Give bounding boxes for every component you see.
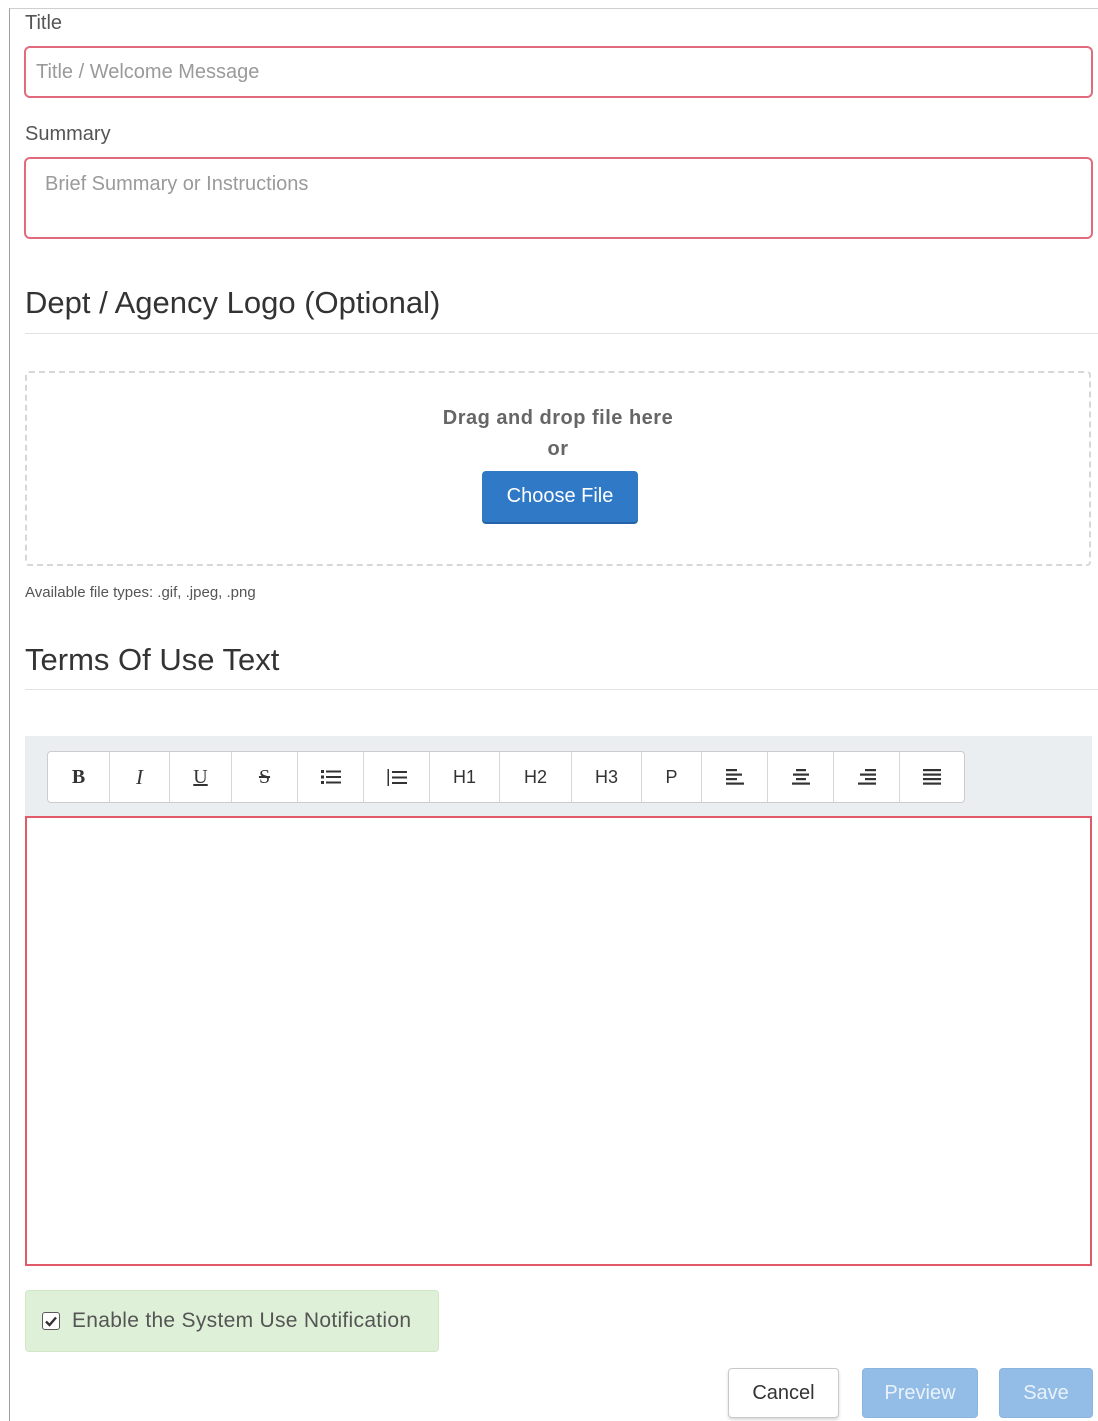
align-left-button[interactable] bbox=[702, 752, 768, 802]
underline-icon: U bbox=[193, 765, 208, 788]
summary-label: Summary bbox=[25, 123, 111, 145]
align-right-button[interactable] bbox=[834, 752, 900, 802]
section-divider bbox=[25, 333, 1098, 334]
underline-button[interactable]: U bbox=[170, 752, 232, 802]
file-dropzone[interactable]: Drag and drop file here or Choose File bbox=[25, 371, 1091, 566]
italic-button[interactable]: I bbox=[110, 752, 170, 802]
align-center-button[interactable] bbox=[768, 752, 834, 802]
bold-icon: B bbox=[71, 765, 86, 788]
section-divider bbox=[25, 689, 1098, 690]
bold-button[interactable]: B bbox=[48, 752, 110, 802]
logo-heading: Dept / Agency Logo (Optional) bbox=[25, 285, 441, 320]
strikethrough-button[interactable]: S bbox=[232, 752, 298, 802]
preview-button[interactable]: Preview bbox=[862, 1368, 978, 1418]
heading1-button[interactable]: H1 bbox=[430, 752, 500, 802]
title-label: Title bbox=[25, 12, 63, 34]
unordered-list-button[interactable] bbox=[298, 752, 364, 802]
ordered-list-button[interactable] bbox=[364, 752, 430, 802]
summary-input[interactable] bbox=[24, 157, 1093, 239]
heading2-button[interactable]: H2 bbox=[500, 752, 572, 802]
save-button[interactable]: Save bbox=[999, 1368, 1093, 1418]
heading3-button[interactable]: H3 bbox=[572, 752, 642, 802]
paragraph-button[interactable]: P bbox=[642, 752, 702, 802]
align-center-icon bbox=[791, 769, 810, 785]
italic-icon: I bbox=[136, 764, 143, 789]
title-input[interactable] bbox=[24, 46, 1093, 98]
system-use-notification[interactable]: Enable the System Use Notification bbox=[25, 1290, 439, 1352]
terms-editor[interactable] bbox=[25, 816, 1092, 1266]
cancel-button[interactable]: Cancel bbox=[728, 1368, 839, 1418]
enable-notification-checkbox[interactable] bbox=[42, 1312, 60, 1330]
enable-notification-label: Enable the System Use Notification bbox=[72, 1309, 412, 1332]
strikethrough-icon: S bbox=[258, 765, 271, 788]
choose-file-button[interactable]: Choose File bbox=[482, 471, 638, 522]
ordered-list-icon bbox=[387, 768, 407, 786]
unordered-list-icon bbox=[320, 770, 341, 784]
align-left-icon bbox=[725, 769, 744, 785]
or-text: or bbox=[547, 438, 569, 460]
file-types-hint: Available file types: .gif, .jpeg, .png bbox=[25, 584, 256, 601]
align-justify-icon bbox=[923, 769, 941, 785]
align-right-icon bbox=[857, 769, 876, 785]
editor-toolbar: B I U S H1 H2 H3 P bbox=[47, 751, 965, 803]
drop-text: Drag and drop file here bbox=[442, 407, 674, 429]
checkmark-icon bbox=[45, 1316, 57, 1327]
terms-heading: Terms Of Use Text bbox=[25, 642, 280, 677]
align-justify-button[interactable] bbox=[900, 752, 964, 802]
